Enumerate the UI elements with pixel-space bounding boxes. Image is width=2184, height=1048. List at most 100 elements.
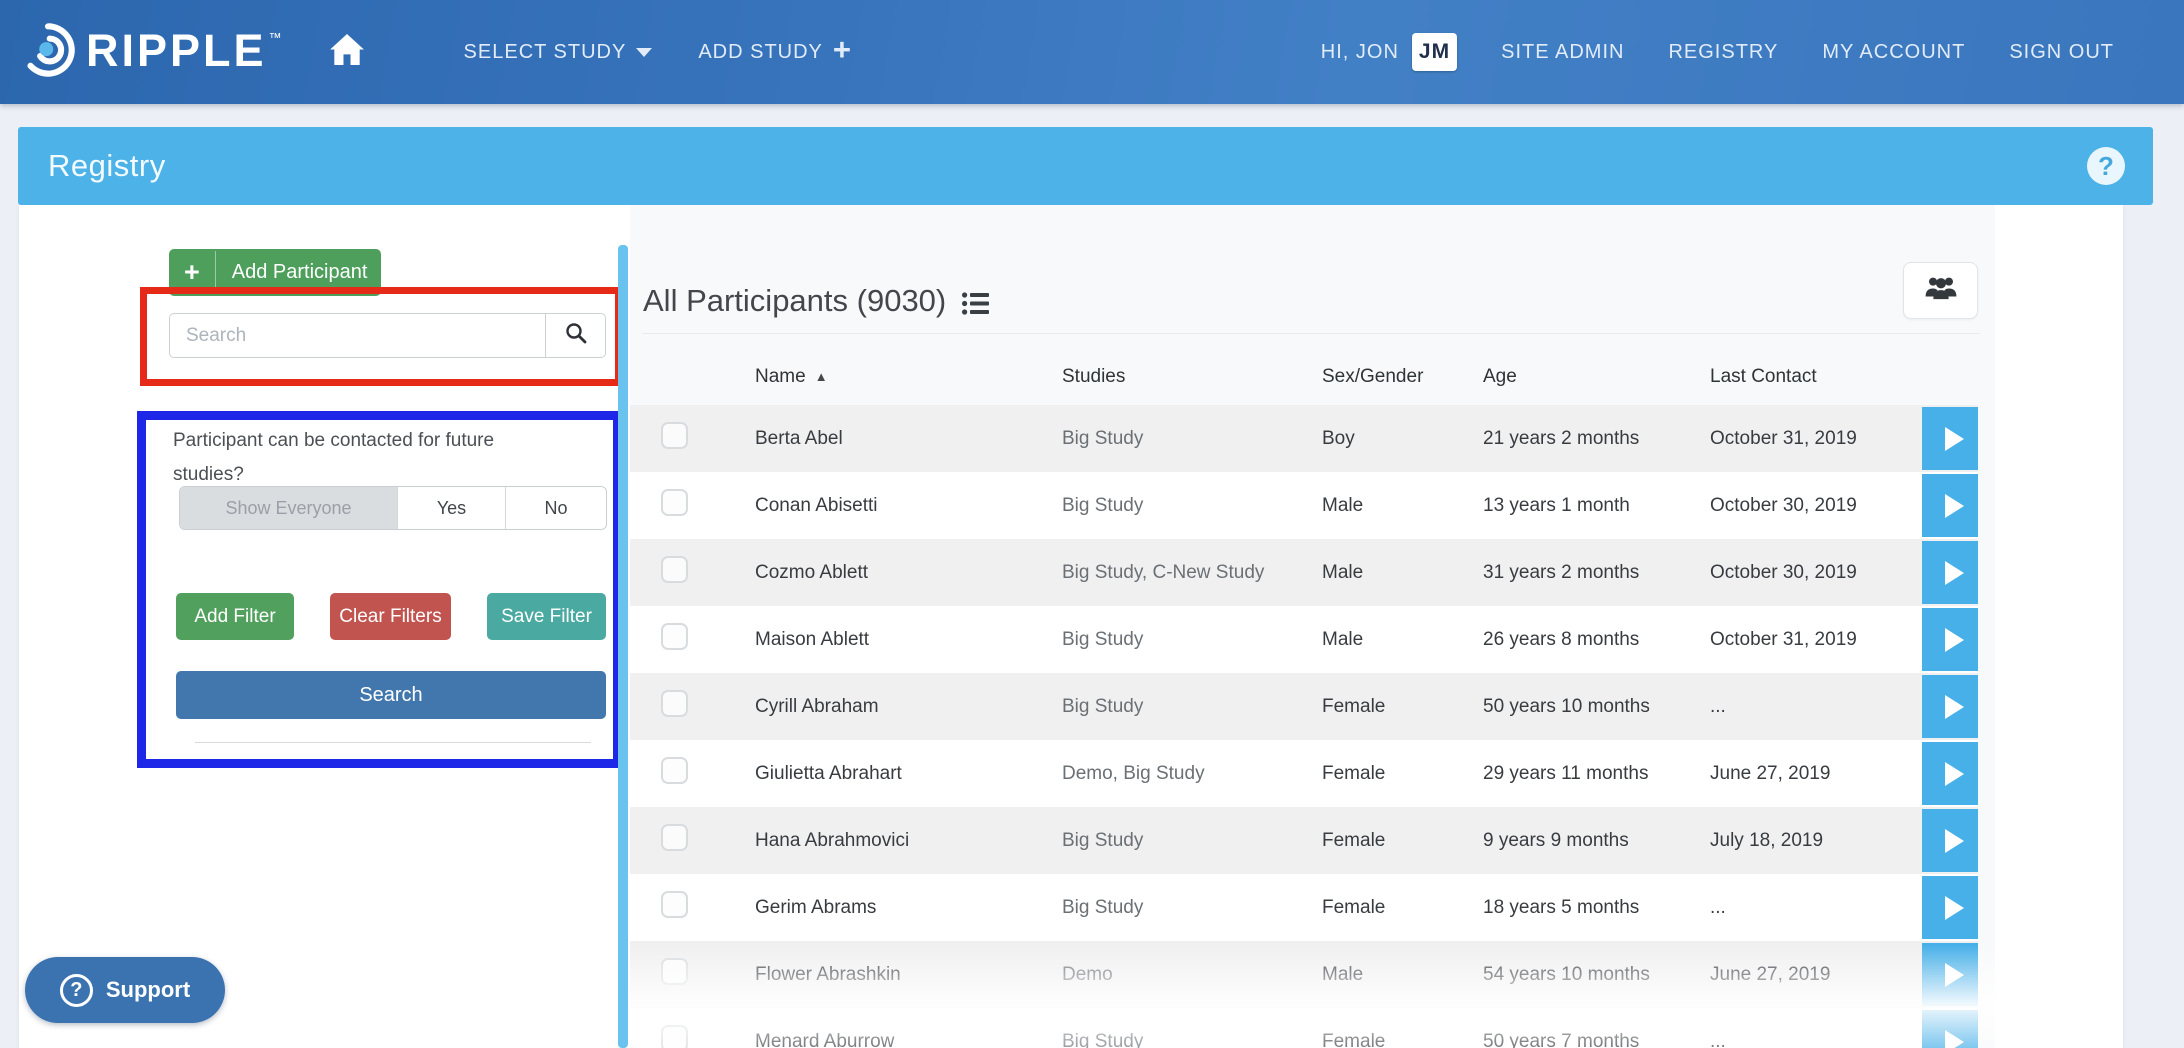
table-row: Flower Abrashkin Demo Male 54 years 10 m… (630, 941, 1978, 1008)
clear-filters-button[interactable]: Clear Filters (330, 593, 451, 640)
page-title: Registry (48, 148, 166, 184)
brand-name: RIPPLE (86, 22, 267, 80)
panel-scrollbar[interactable] (618, 245, 628, 1048)
filter-search-button[interactable]: Search (176, 671, 606, 719)
add-study-label: ADD STUDY (698, 41, 823, 64)
right-arrow-icon (1945, 829, 1964, 853)
participant-last-contact: June 27, 2019 (1695, 964, 1922, 986)
right-arrow-icon (1945, 427, 1964, 451)
participant-sex: Boy (1307, 428, 1468, 450)
add-participant-button[interactable]: + Add Participant (169, 249, 381, 296)
open-participant-button[interactable] (1922, 876, 1978, 939)
participant-studies: Demo (1047, 964, 1307, 986)
row-checkbox[interactable] (661, 556, 688, 583)
group-view-button[interactable] (1903, 262, 1978, 319)
participant-age: 50 years 10 months (1468, 696, 1695, 718)
home-button[interactable] (330, 34, 364, 71)
plus-icon: + (169, 251, 216, 294)
title-divider (643, 333, 1980, 334)
column-header-sex[interactable]: Sex/Gender (1307, 366, 1468, 388)
participant-studies: Big Study (1047, 1031, 1307, 1048)
nav-sign-out[interactable]: SIGN OUT (2009, 41, 2114, 64)
open-participant-button[interactable] (1922, 407, 1978, 470)
participant-sex: Male (1307, 495, 1468, 517)
participant-name: Giulietta Abrahart (740, 763, 1047, 785)
select-study-menu[interactable]: SELECT STUDY (464, 41, 653, 64)
participant-name: Gerim Abrams (740, 897, 1047, 919)
search-input[interactable] (170, 314, 545, 357)
open-participant-button[interactable] (1922, 474, 1978, 537)
row-checkbox-cell (630, 824, 740, 857)
participant-studies: Big Study (1047, 629, 1307, 651)
row-checkbox[interactable] (661, 824, 688, 851)
participant-sex: Male (1307, 964, 1468, 986)
participant-name: Hana Abrahmovici (740, 830, 1047, 852)
column-header-last-contact[interactable]: Last Contact (1695, 366, 1922, 388)
row-checkbox[interactable] (661, 891, 688, 918)
column-header-name[interactable]: Name ▲ (740, 366, 1047, 388)
segment-yes[interactable]: Yes (398, 487, 506, 529)
page-header-band: Registry ? (18, 127, 2153, 205)
add-filter-button[interactable]: Add Filter (176, 593, 294, 640)
row-checkbox[interactable] (661, 757, 688, 784)
table-row: Cozmo Ablett Big Study, C-New Study Male… (630, 539, 1978, 606)
participant-age: 18 years 5 months (1468, 897, 1695, 919)
right-arrow-icon (1945, 561, 1964, 585)
participant-last-contact: October 31, 2019 (1695, 428, 1922, 450)
right-arrow-icon (1945, 695, 1964, 719)
row-checkbox[interactable] (661, 1025, 688, 1048)
row-checkbox[interactable] (661, 623, 688, 650)
add-study-button[interactable]: ADD STUDY + (698, 41, 852, 64)
participant-last-contact: ... (1695, 897, 1922, 919)
support-label: Support (106, 977, 190, 1003)
save-filter-button[interactable]: Save Filter (487, 593, 606, 640)
sidebar-divider (195, 742, 591, 743)
user-menu[interactable]: HI, JON JM (1321, 33, 1457, 71)
right-arrow-icon (1945, 494, 1964, 518)
row-checkbox[interactable] (661, 489, 688, 516)
participant-last-contact: ... (1695, 696, 1922, 718)
support-button[interactable]: ? Support (25, 957, 225, 1023)
open-participant-button[interactable] (1922, 742, 1978, 805)
search-submit-button[interactable] (545, 314, 605, 357)
ripple-logo[interactable]: RIPPLE ™ (20, 22, 282, 83)
row-checkbox[interactable] (661, 690, 688, 717)
segment-no[interactable]: No (506, 487, 606, 529)
nav-my-account[interactable]: MY ACCOUNT (1822, 41, 1965, 64)
row-checkbox[interactable] (661, 422, 688, 449)
right-arrow-icon (1945, 963, 1964, 987)
row-checkbox-cell (630, 489, 740, 522)
list-icon[interactable] (962, 292, 989, 315)
participant-name: Conan Abisetti (740, 495, 1047, 517)
open-participant-button[interactable] (1922, 541, 1978, 604)
nav-registry[interactable]: REGISTRY (1668, 41, 1778, 64)
people-group-icon (1924, 274, 1958, 307)
chevron-down-icon (636, 48, 652, 57)
open-participant-button[interactable] (1922, 1010, 1978, 1048)
table-row: Menard Aburrow Big Study Female 50 years… (630, 1008, 1978, 1048)
row-checkbox[interactable] (661, 958, 688, 985)
participant-last-contact: October 31, 2019 (1695, 629, 1922, 651)
participant-sex: Female (1307, 830, 1468, 852)
open-participant-button[interactable] (1922, 809, 1978, 872)
open-participant-button[interactable] (1922, 943, 1978, 1006)
table-row: Giulietta Abrahart Demo, Big Study Femal… (630, 740, 1978, 807)
participant-studies: Big Study (1047, 696, 1307, 718)
open-participant-button[interactable] (1922, 675, 1978, 738)
open-participant-button[interactable] (1922, 608, 1978, 671)
participant-name: Flower Abrashkin (740, 964, 1047, 986)
nav-site-admin[interactable]: SITE ADMIN (1501, 41, 1624, 64)
navbar-left-group: RIPPLE ™ SELECT STUDY ADD STUDY + (20, 0, 852, 104)
participant-last-contact: July 18, 2019 (1695, 830, 1922, 852)
right-arrow-icon (1945, 1030, 1964, 1048)
ripple-swirl-icon (20, 22, 76, 83)
help-icon[interactable]: ? (2087, 147, 2125, 185)
navbar-right-group: HI, JON JM SITE ADMIN REGISTRY MY ACCOUN… (1321, 0, 2114, 104)
segment-show-everyone[interactable]: Show Everyone (180, 487, 398, 529)
participant-age: 50 years 7 months (1468, 1031, 1695, 1048)
column-header-age[interactable]: Age (1468, 366, 1695, 388)
row-checkbox-cell (630, 556, 740, 589)
column-header-studies[interactable]: Studies (1047, 366, 1307, 388)
participant-last-contact: October 30, 2019 (1695, 495, 1922, 517)
participant-studies: Big Study (1047, 428, 1307, 450)
